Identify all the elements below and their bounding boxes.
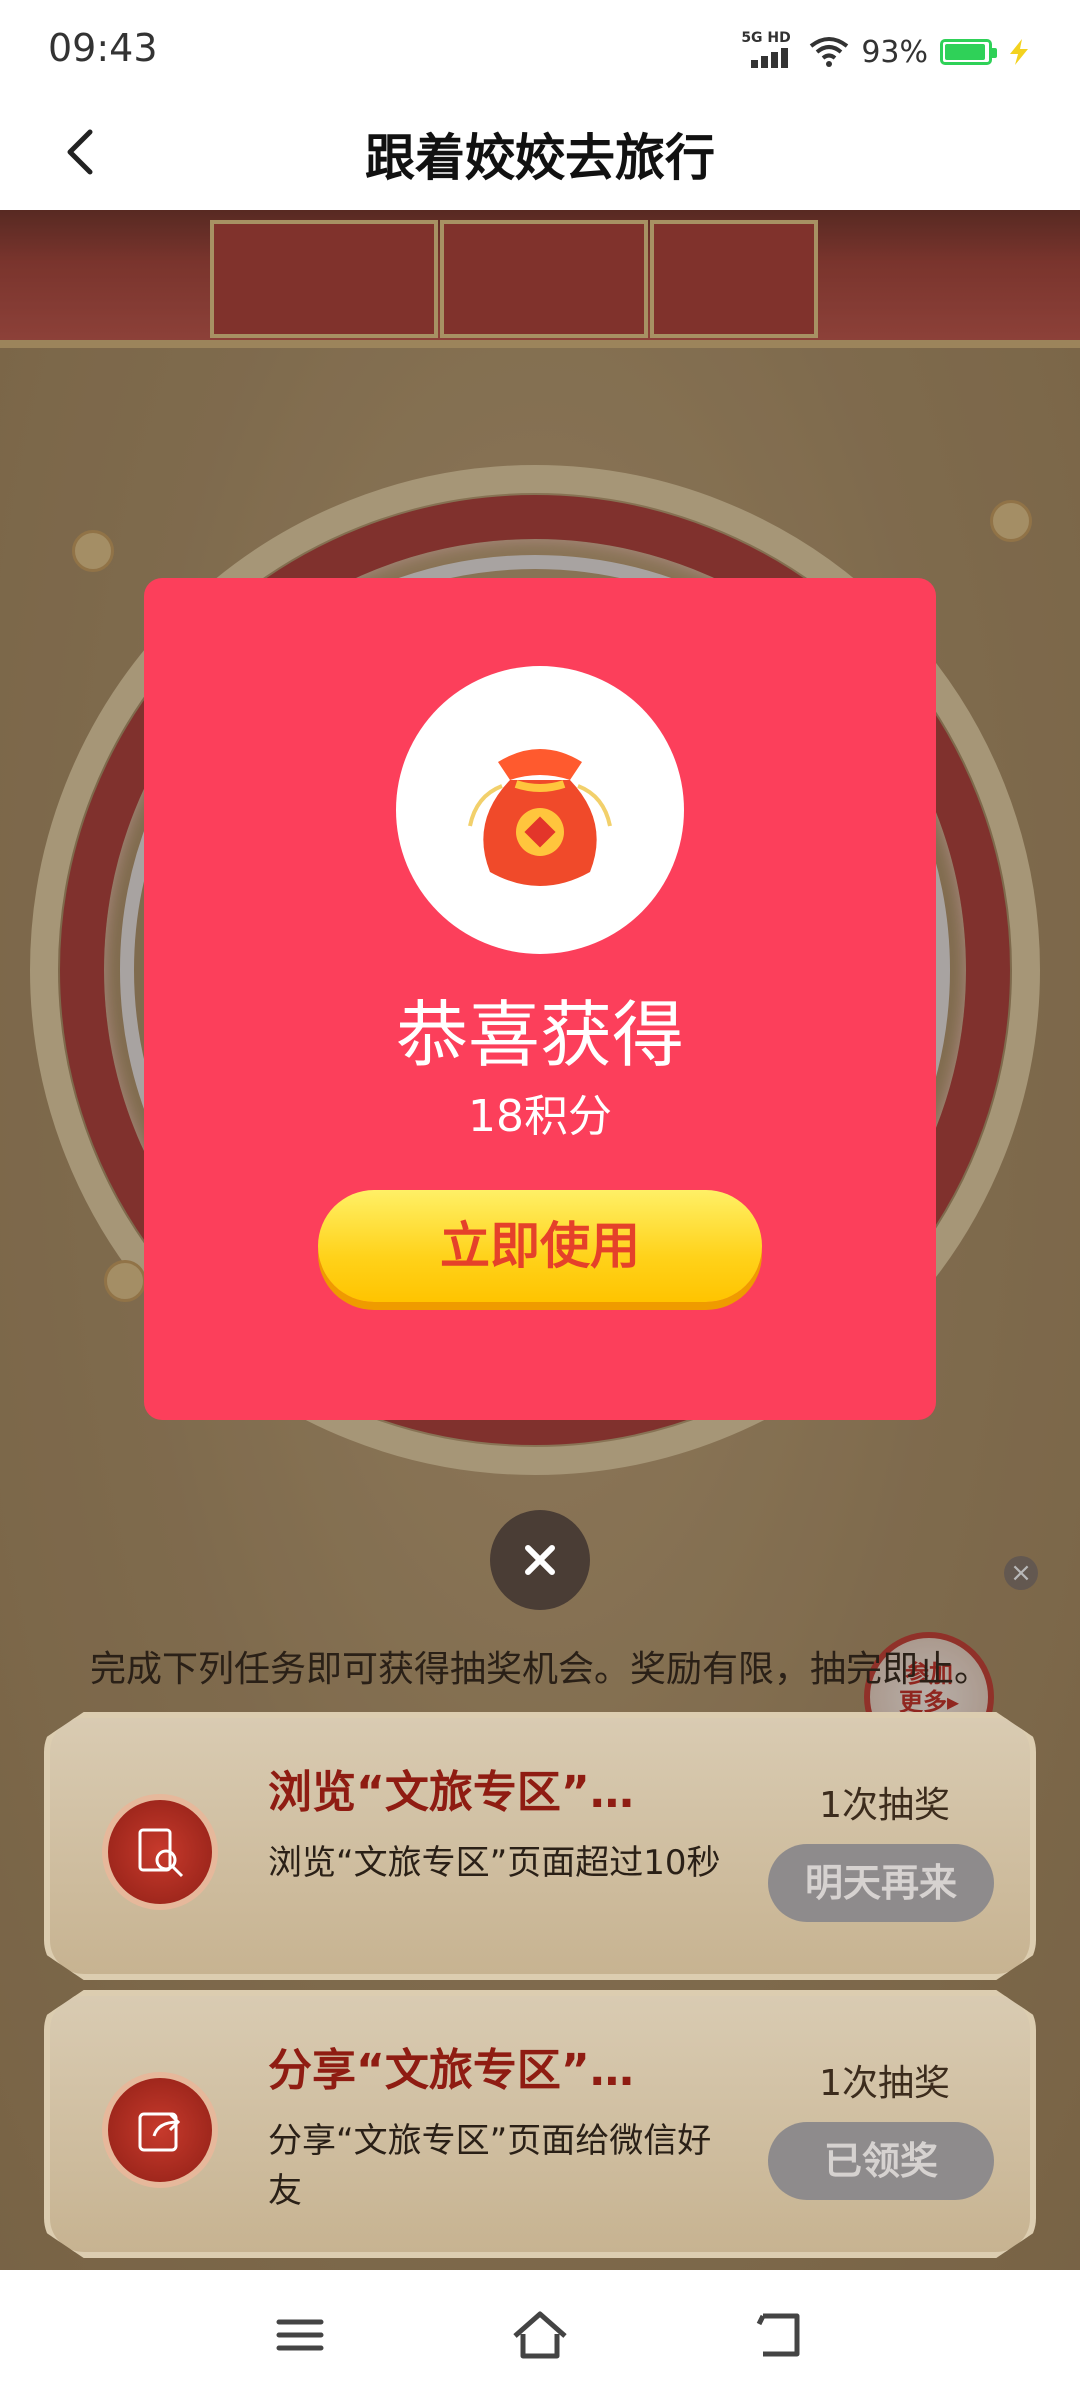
task-reward: 1次抽奖 — [819, 2063, 950, 2104]
reward-amount: 18积分 — [468, 1091, 612, 1142]
home-nav-button[interactable] — [505, 2300, 575, 2370]
system-nav-bar — [0, 2270, 1080, 2400]
menu-icon — [276, 2319, 324, 2351]
status-icons: 5G HD 93% — [741, 28, 1034, 76]
prize-image — [396, 666, 684, 954]
share-icon — [102, 2072, 218, 2188]
title-bar: 跟着姣姣去旅行 — [0, 96, 1080, 210]
browse-page-icon — [102, 1794, 218, 1910]
wifi-icon — [810, 37, 849, 67]
task-title: 浏览“文旅专区”… — [268, 1767, 634, 1818]
task-card: 浏览“文旅专区”… 浏览“文旅专区”页面超过10秒 1次抽奖 明天再来 — [44, 1712, 1036, 1980]
back-icon — [756, 2313, 800, 2357]
modal-title: 恭喜获得 — [395, 993, 684, 1077]
menu-nav-button[interactable] — [265, 2300, 335, 2370]
prize-modal: 恭喜获得 18积分 立即使用 — [144, 578, 936, 1420]
back-nav-button[interactable] — [745, 2300, 815, 2370]
reward-claimed-button[interactable]: 已领奖 — [768, 2122, 994, 2200]
cellular-signal-icon: 5G HD — [741, 30, 797, 72]
page-title: 跟着姣姣去旅行 — [365, 129, 715, 187]
battery-percent: 93% — [861, 34, 928, 70]
task-reward: 1次抽奖 — [819, 1785, 950, 1826]
task-description: 分享“文旅专区”页面给微信好友 — [268, 2121, 712, 2211]
close-modal-button[interactable] — [490, 1510, 590, 1610]
come-back-tomorrow-button[interactable]: 明天再来 — [768, 1844, 994, 1922]
charging-icon — [1010, 39, 1028, 65]
battery-icon — [940, 39, 997, 65]
task-card: 分享“文旅专区”… 分享“文旅专区”页面给微信好友 1次抽奖 已领奖 — [44, 1990, 1036, 2258]
task-description: 浏览“文旅专区”页面超过10秒 — [268, 1843, 721, 1883]
status-bar: 09:43 5G HD 93% — [0, 0, 1080, 96]
lucky-bag-icon — [468, 749, 612, 886]
status-time: 09:43 — [48, 26, 158, 70]
close-icon — [525, 1545, 555, 1575]
use-now-button[interactable]: 立即使用 — [318, 1190, 762, 1302]
task-title: 分享“文旅专区”… — [268, 2045, 634, 2096]
tasks-intro: 完成下列任务即可获得抽奖机会。奖励有限，抽完即止。 — [89, 1649, 990, 1690]
home-icon — [513, 2311, 567, 2359]
network-type-label: 5G HD — [741, 30, 791, 46]
